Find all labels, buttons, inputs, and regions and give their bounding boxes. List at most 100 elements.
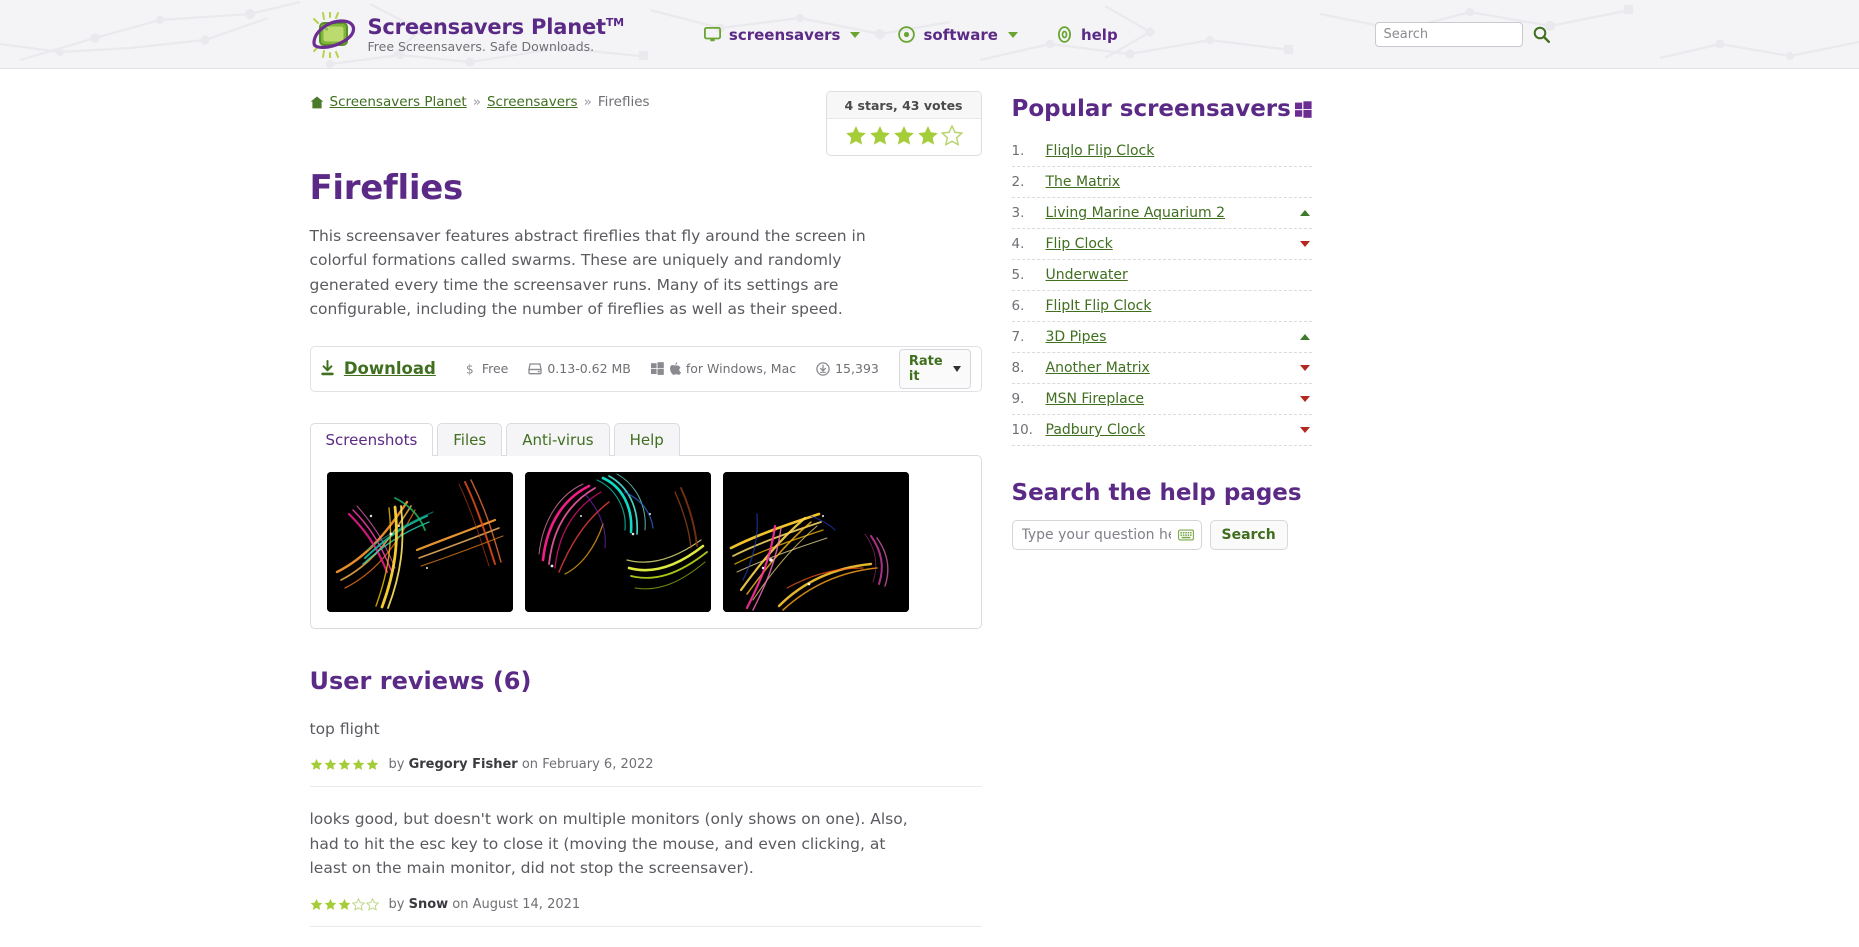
rank-number: 4. [1011, 236, 1025, 252]
download-icon [321, 360, 334, 376]
rank-link[interactable]: Flip Clock [1046, 236, 1113, 252]
star-empty-icon [351, 897, 365, 911]
download-bar: Download $ Free 0.13-0.62 MB for Windows… [309, 345, 982, 392]
site-logo[interactable]: Screensavers PlanetTM Free Screensavers.… [310, 11, 624, 58]
list-item[interactable]: 3. Living Marine Aquarium 2 [1011, 198, 1312, 229]
review-text: looks good, but doesn't work on multiple… [309, 810, 908, 878]
review-item: looks good, but doesn't work on multiple… [309, 807, 982, 927]
rank-link[interactable]: MSN Fireplace [1046, 391, 1145, 407]
star-filled-icon [310, 759, 322, 771]
rank-number: 10. [1011, 422, 1033, 438]
fireflies-screenshot-3[interactable] [722, 471, 909, 612]
fireflies-screenshot-1[interactable] [326, 471, 513, 612]
breadcrumb-link-screensavers[interactable]: Screensavers [487, 94, 578, 110]
rank-link[interactable]: 3D Pipes [1046, 329, 1107, 345]
rating-stars[interactable] [827, 119, 981, 155]
nav-item-screensavers[interactable]: screensavers [703, 26, 861, 44]
download-count-icon [816, 362, 830, 376]
home-icon [310, 96, 323, 108]
star-filled-icon [352, 759, 364, 771]
meta-size: 0.13-0.62 MB [528, 361, 631, 376]
rank-trend-down [1298, 241, 1312, 247]
list-item[interactable]: 2. The Matrix [1011, 167, 1312, 198]
rank-link[interactable]: Fliqlo Flip Clock [1046, 143, 1155, 159]
chevron-down-icon [1007, 31, 1018, 38]
list-item[interactable]: 4. Flip Clock [1011, 229, 1312, 260]
rate-it-dropdown[interactable]: Rate it [898, 348, 971, 389]
tab-help[interactable]: Help [613, 422, 680, 456]
tab-files[interactable]: Files [437, 422, 503, 456]
rank-link[interactable]: The Matrix [1046, 174, 1121, 190]
trademark-symbol: TM [605, 15, 624, 29]
nav-item-help[interactable]: help [1056, 26, 1118, 44]
rank-link[interactable]: Living Marine Aquarium 2 [1046, 205, 1226, 221]
nav-label: software [923, 25, 998, 44]
drive-icon [528, 363, 543, 375]
meta-downloads: 15,393 [816, 361, 879, 376]
review-meta: by Snow on August 14, 2021 [309, 896, 982, 927]
star-filled-icon[interactable] [845, 125, 867, 146]
list-item[interactable]: 8. Another Matrix [1011, 353, 1312, 384]
tab-screenshots[interactable]: Screenshots [309, 422, 434, 456]
popular-list: 1. Fliqlo Flip Clock 2. The Matrix 3. Li… [1011, 136, 1312, 446]
star-filled-icon[interactable] [869, 125, 891, 146]
rank-number: 6. [1011, 298, 1025, 314]
svg-text:$: $ [466, 362, 474, 376]
star-empty-icon[interactable] [940, 125, 963, 146]
list-item[interactable]: 7. 3D Pipes [1011, 322, 1312, 353]
star-filled-icon [324, 759, 336, 771]
download-link[interactable]: Download [344, 359, 436, 378]
rank-number: 5. [1011, 267, 1025, 283]
rank-link[interactable]: Another Matrix [1046, 360, 1150, 376]
dollar-icon: $ [466, 362, 477, 376]
downloads-value: 15,393 [835, 361, 879, 377]
star-filled-icon[interactable] [917, 125, 939, 146]
reviews-title: User reviews (6) [309, 666, 532, 695]
price-value: Free [481, 361, 509, 377]
rank-link[interactable]: Padbury Clock [1046, 422, 1146, 438]
header-search [1374, 22, 1550, 47]
search-icon[interactable] [1533, 26, 1550, 43]
help-search-form: Search [1011, 520, 1312, 550]
review-date: February 6, 2022 [542, 757, 654, 773]
star-filled-icon[interactable] [893, 125, 915, 146]
list-item[interactable]: 6. FlipIt Flip Clock [1011, 291, 1312, 322]
review-meta: by Gregory Fisher on February 6, 2022 [309, 757, 982, 788]
rank-number: 3. [1011, 205, 1025, 221]
star-filled-icon [338, 759, 350, 771]
nav-label: help [1080, 25, 1118, 44]
rate-it-label: Rate it [908, 353, 943, 384]
rank-link[interactable]: Underwater [1046, 267, 1128, 283]
breadcrumb-current: Fireflies [597, 94, 650, 110]
review-author: Gregory Fisher [408, 757, 518, 773]
help-search-title: Search the help pages [1011, 480, 1302, 506]
triangle-down-icon [1299, 396, 1310, 402]
review-text: top flight [309, 719, 380, 738]
page-body: Screensavers Planet » Screensavers » Fir… [309, 69, 1550, 947]
tab-anti-virus[interactable]: Anti-virus [506, 422, 610, 456]
fireflies-screenshot-2[interactable] [524, 471, 711, 612]
rank-link[interactable]: FlipIt Flip Clock [1046, 298, 1152, 314]
triangle-up-icon [1299, 334, 1310, 340]
star-filled-icon [366, 759, 378, 771]
list-item[interactable]: 10. Padbury Clock [1011, 415, 1312, 446]
nav-item-software[interactable]: software [898, 25, 1018, 44]
help-search-input[interactable] [1011, 520, 1202, 550]
list-item[interactable]: 5. Underwater [1011, 260, 1312, 291]
star-filled-icon [310, 898, 322, 910]
popular-title: Popular screensavers [1011, 96, 1291, 122]
triangle-down-icon [1299, 427, 1310, 433]
review-author: Snow [408, 896, 449, 912]
on-prefix: on [452, 896, 469, 912]
rating-box: 4 stars, 43 votes [825, 91, 982, 156]
review-date: August 14, 2021 [472, 896, 581, 912]
list-item[interactable]: 1. Fliqlo Flip Clock [1011, 136, 1312, 167]
breadcrumb-link-home[interactable]: Screensavers Planet [330, 94, 467, 110]
disc-icon [898, 26, 916, 43]
list-item[interactable]: 9. MSN Fireplace [1011, 384, 1312, 415]
rank-number: 7. [1011, 329, 1025, 345]
search-input[interactable] [1374, 22, 1523, 47]
breadcrumb-separator: » [472, 94, 481, 110]
help-search-button[interactable]: Search [1209, 520, 1288, 550]
tab-list: Screenshots Files Anti-virus Help [309, 422, 982, 456]
